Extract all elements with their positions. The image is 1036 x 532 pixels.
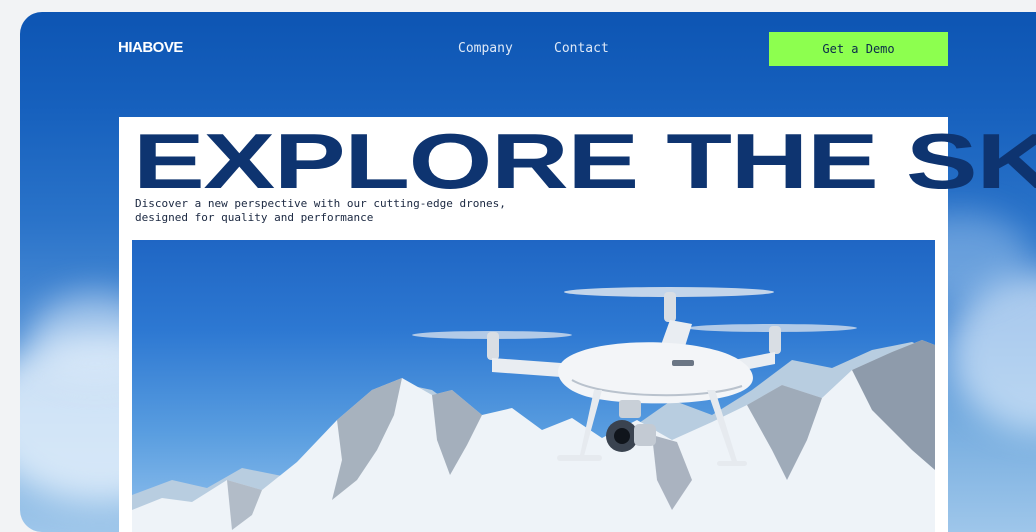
- drone-mountain-scene: [132, 287, 935, 532]
- hero-card: EXPLORE THE SKY Discover a new perspecti…: [119, 117, 1036, 532]
- brand-logo[interactable]: HIABOVE: [118, 39, 183, 56]
- browser-frame: HIABOVE Company Contact Get a Demo EXPLO…: [20, 12, 1036, 532]
- hero-image: [132, 240, 935, 532]
- nav-link-contact[interactable]: Contact: [554, 41, 609, 56]
- hero-title: EXPLORE THE SKY: [133, 117, 1036, 205]
- hero-subtitle-line: designed for quality and performance: [135, 211, 374, 224]
- hero-subtitle: Discover a new perspective with our cutt…: [135, 197, 595, 225]
- top-navigation: HIABOVE Company Contact Get a Demo: [20, 12, 1036, 78]
- get-a-demo-button[interactable]: Get a Demo: [769, 32, 948, 66]
- nav-link-company[interactable]: Company: [458, 41, 513, 56]
- hero-subtitle-line: Discover a new perspective with our cutt…: [135, 197, 506, 210]
